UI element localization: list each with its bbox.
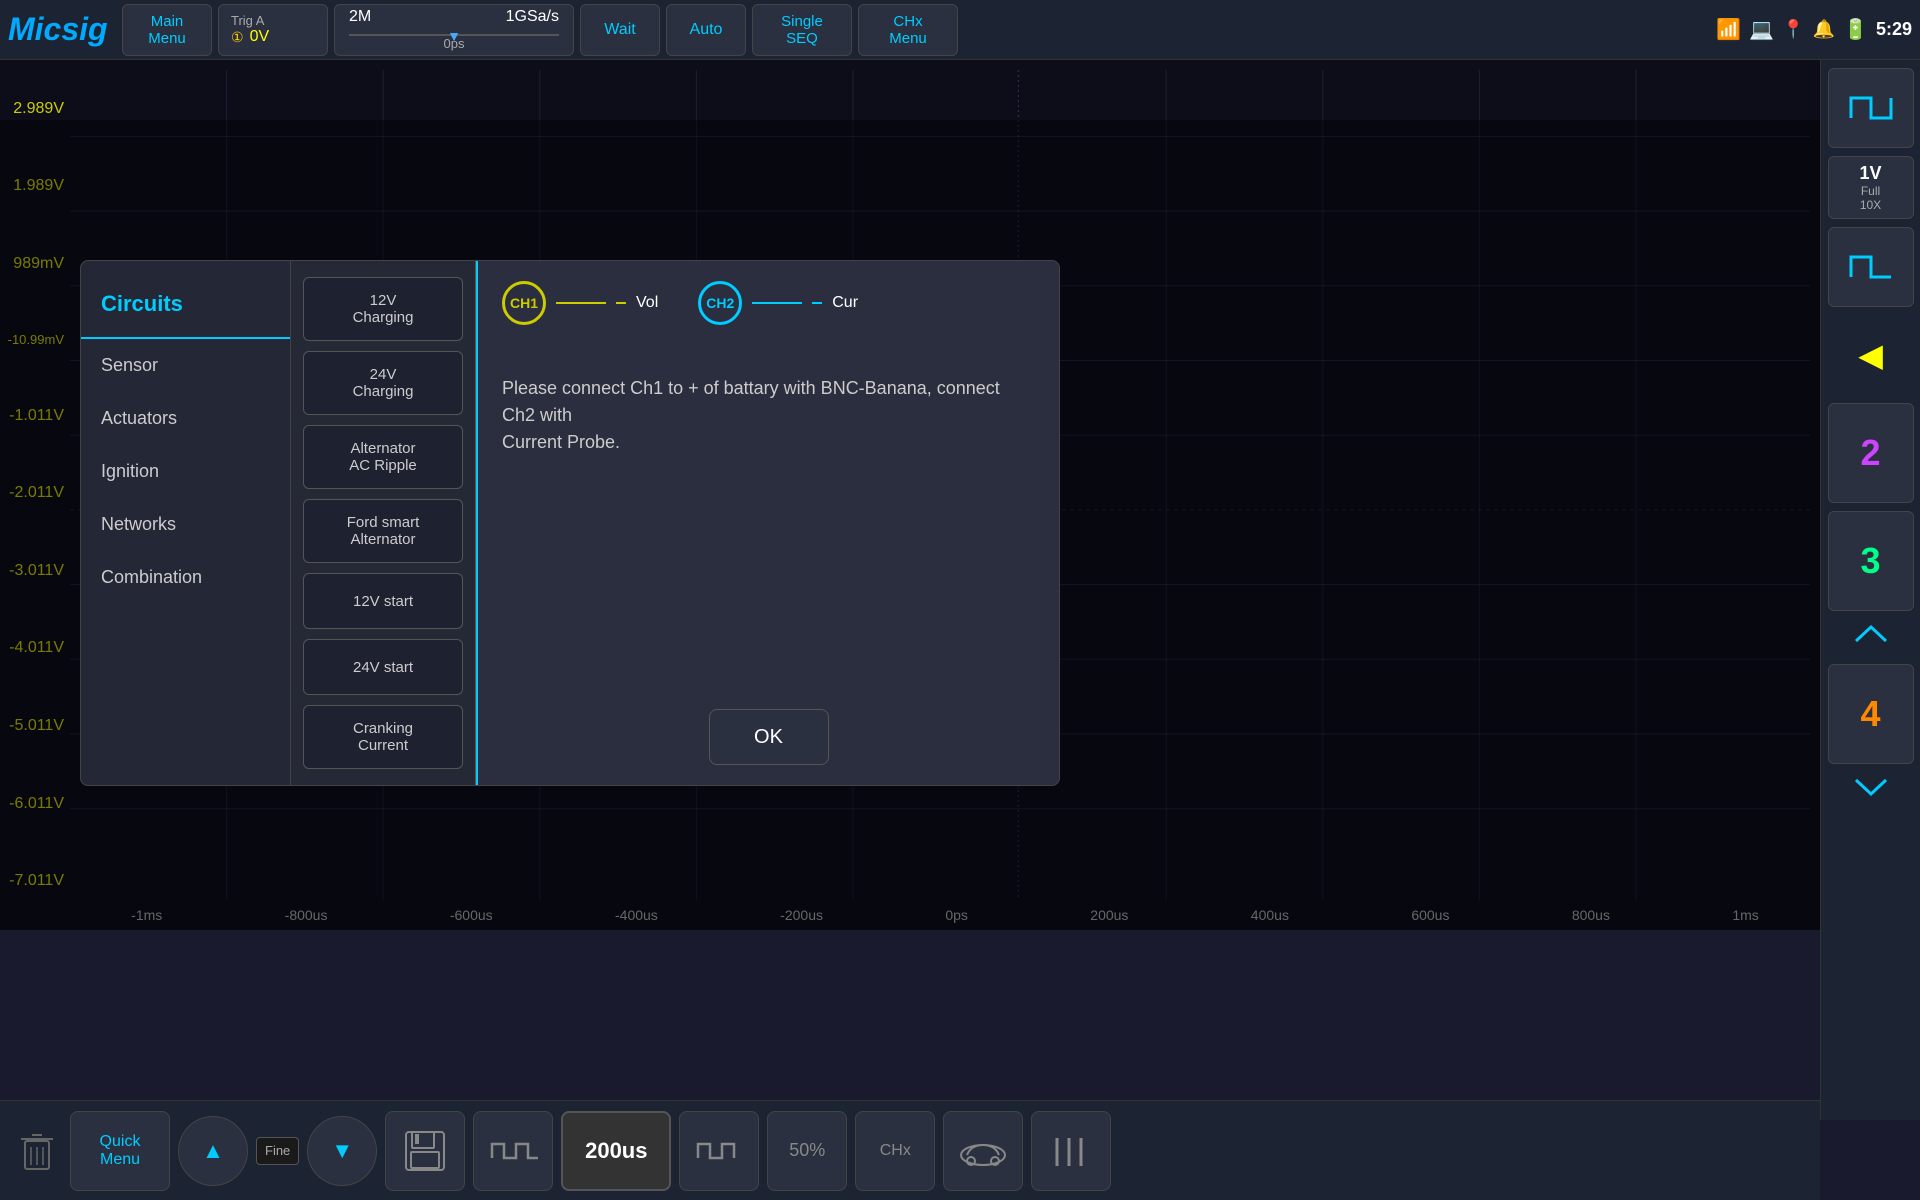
modal-overlay: Circuits Sensor Actuators Ignition Netwo… xyxy=(0,120,1820,930)
ch2-line-2 xyxy=(812,302,822,304)
battery-icon: 🔋 xyxy=(1843,17,1868,42)
chevron-down-icon xyxy=(1851,772,1891,802)
circuit-btn-ford-smart-alternator[interactable]: Ford smart Alternator xyxy=(303,499,463,563)
location-icon: 📍 xyxy=(1782,19,1804,40)
waveform1-button[interactable] xyxy=(473,1111,553,1191)
circuit-buttons-list: 12V Charging 24V Charging Alternator AC … xyxy=(291,261,476,785)
time-scale-value: 2M xyxy=(349,8,371,26)
save-icon xyxy=(404,1130,446,1172)
chx-menu-button[interactable]: CHx Menu xyxy=(858,4,958,56)
modal-sidebar: Circuits Sensor Actuators Ignition Netwo… xyxy=(81,261,291,785)
volt-display: 1V Full 10X xyxy=(1828,156,1914,219)
app-logo: Micsig xyxy=(8,11,108,48)
time-bar-marker: ▼ xyxy=(447,28,461,44)
ch1-indicator: CH1 Vol xyxy=(502,281,658,325)
time-bar: ▼ xyxy=(349,28,559,36)
car-icon xyxy=(957,1133,1009,1169)
single-seq-button[interactable]: Single SEQ xyxy=(752,4,852,56)
sample-rate: 1GSa/s xyxy=(506,8,559,26)
wait-button[interactable]: Wait xyxy=(580,4,660,56)
ok-button-area: OK xyxy=(502,709,1035,765)
ch2-channel-label: Cur xyxy=(832,294,858,312)
ch3-button[interactable]: 3 xyxy=(1828,511,1914,611)
ch2-indicator: CH2 Cur xyxy=(698,281,858,325)
trig-zero: 0V xyxy=(250,28,270,46)
main-menu-button[interactable]: Main Menu xyxy=(122,4,212,56)
circuit-btn-12v-start[interactable]: 12V start xyxy=(303,573,463,629)
wifi-icon: 📶 xyxy=(1716,17,1741,42)
circuit-btn-24v-charging[interactable]: 24V Charging xyxy=(303,351,463,415)
clock-display: 5:29 xyxy=(1876,19,1912,40)
pulse-icon xyxy=(1846,88,1896,128)
ch1-channel-label: Vol xyxy=(636,294,658,312)
volt-value: 1V xyxy=(1835,163,1907,184)
y-label-0: 2.989V xyxy=(0,100,70,118)
volt-full: Full xyxy=(1835,184,1907,198)
arrow-down-button[interactable] xyxy=(1851,772,1891,809)
top-bar: Micsig Main Menu Trig A ① 0V 2M 1GSa/s ▼… xyxy=(0,0,1920,60)
sidebar-item-sensor[interactable]: Sensor xyxy=(81,339,290,392)
quick-menu-button[interactable]: Quick Menu xyxy=(70,1111,170,1191)
sidebar-item-ignition[interactable]: Ignition xyxy=(81,445,290,498)
circuit-btn-alternator-ac-ripple[interactable]: Alternator AC Ripple xyxy=(303,425,463,489)
ok-button[interactable]: OK xyxy=(709,709,829,765)
waveform2-icon xyxy=(694,1130,744,1172)
waveform2-button[interactable] xyxy=(679,1111,759,1191)
arrow-right-button[interactable]: ◀ xyxy=(1828,315,1914,395)
ch2-button[interactable]: 2 xyxy=(1828,403,1914,503)
modal-instruction-text: Please connect Ch1 to + of battary with … xyxy=(502,375,1035,679)
circuit-btn-12v-charging[interactable]: 12V Charging xyxy=(303,277,463,341)
arrow-up-button[interactable] xyxy=(1851,619,1891,656)
circuit-dialog: Circuits Sensor Actuators Ignition Netwo… xyxy=(80,260,1060,786)
down-arrow-button[interactable]: ▼ xyxy=(307,1116,377,1186)
percent-button[interactable]: 50% xyxy=(767,1111,847,1191)
ch2-circle: CH2 xyxy=(698,281,742,325)
car-button[interactable] xyxy=(943,1111,1023,1191)
right-panel: 1V Full 10X ◀ 2 3 4 xyxy=(1820,60,1920,1120)
ch4-button[interactable]: 4 xyxy=(1828,664,1914,764)
save-button[interactable] xyxy=(385,1111,465,1191)
ch-indicators: CH1 Vol CH2 Cur xyxy=(502,281,1035,325)
measure-button[interactable] xyxy=(1031,1111,1111,1191)
modal-main-content: CH1 Vol CH2 Cur Please connect Ch1 to + … xyxy=(478,261,1059,785)
bottom-toolbar: Quick Menu ▲ Fine ▼ 200us 50% xyxy=(0,1100,1820,1200)
trig-value: ① 0V xyxy=(231,28,315,46)
circuit-btn-cranking-current[interactable]: Cranking Current xyxy=(303,705,463,769)
waveform1-icon xyxy=(488,1130,538,1172)
chx-bottom-button[interactable]: CHx xyxy=(855,1111,935,1191)
measure-icon xyxy=(1051,1130,1091,1172)
circuits-title: Circuits xyxy=(81,281,290,339)
sidebar-item-actuators[interactable]: Actuators xyxy=(81,392,290,445)
fine-label: Fine xyxy=(256,1137,299,1165)
ch1-line xyxy=(556,302,606,304)
auto-button[interactable]: Auto xyxy=(666,4,746,56)
up-arrow-button[interactable]: ▲ xyxy=(178,1116,248,1186)
sidebar-item-networks[interactable]: Networks xyxy=(81,498,290,551)
sidebar-item-combination[interactable]: Combination xyxy=(81,551,290,604)
ch1-circle: CH1 xyxy=(502,281,546,325)
display-icon: 💻 xyxy=(1749,17,1774,42)
ch1-line-2 xyxy=(616,302,626,304)
time-scale-section: 2M 1GSa/s ▼ 0ps xyxy=(334,4,574,56)
volt-zoom: 10X xyxy=(1835,198,1907,212)
ch2-line xyxy=(752,302,802,304)
chevron-up-icon xyxy=(1851,619,1891,649)
trash-button[interactable] xyxy=(12,1111,62,1191)
square-wave-icon xyxy=(1846,247,1896,287)
trig-label: Trig A xyxy=(231,13,315,28)
trig-section: Trig A ① 0V xyxy=(218,4,328,56)
trash-icon xyxy=(19,1129,55,1173)
status-icons: 📶 💻 📍 🔔 🔋 5:29 xyxy=(1716,17,1912,42)
waveform-shape-bottom-button[interactable] xyxy=(1828,227,1914,307)
oscilloscope-area: 2.989V 1.989V 989mV -10.99mV -1.011V -2.… xyxy=(0,60,1820,930)
bell-icon: 🔔 xyxy=(1813,19,1835,40)
waveform-shape-top-button[interactable] xyxy=(1828,68,1914,148)
time-value-display[interactable]: 200us xyxy=(561,1111,671,1191)
circuit-btn-24v-start[interactable]: 24V start xyxy=(303,639,463,695)
trig-dot: ① xyxy=(231,29,244,46)
